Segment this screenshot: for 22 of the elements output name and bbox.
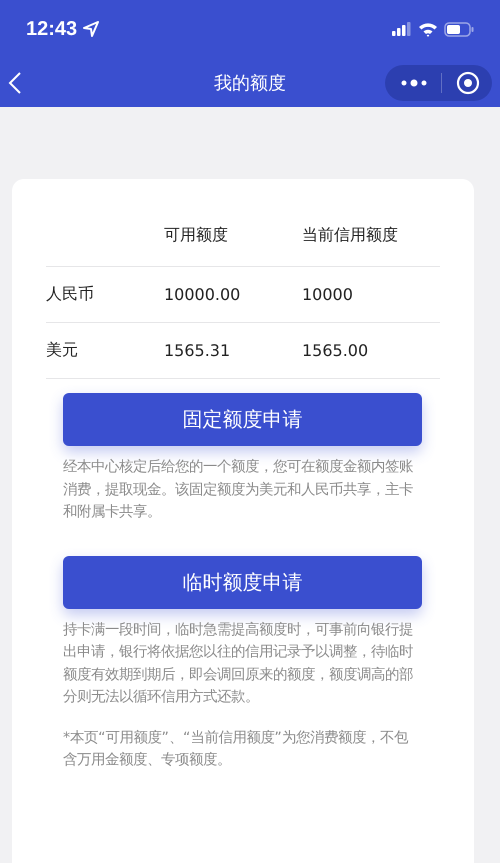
table-cell-text: 1565.31: [164, 341, 232, 360]
column-header: 当前信用额度: [302, 225, 398, 246]
back-icon[interactable]: [8, 70, 22, 94]
table-cell: 10000: [302, 285, 353, 304]
apply-button[interactable]: 固定额度申请: [63, 393, 422, 446]
status-time: 12:43: [26, 18, 78, 40]
location-arrow-icon: [83, 21, 100, 37]
description-text: 经本中心核定后给您的一个额度，您可在额度金额内签账消费，提取现金。该固定额度为美元和人民币共享，主卡和附属卡共享。: [63, 458, 413, 522]
table-cell-text: 人民币: [46, 284, 95, 305]
table-cell-text: 美元: [46, 340, 79, 361]
signal-icon: [392, 22, 412, 36]
table-cell: 1565.00: [302, 341, 368, 360]
more-icon[interactable]: [401, 78, 427, 86]
description-text: 持卡满一段时间，临时急需提高额度时，可事前向银行提出申请，银行将依据您以往的信用记录予以调整，待临时额度有效期到期后，即会调回原来的额度，额度调高的部分则无法以循环信用方式还款。: [63, 620, 413, 707]
table-cell-text: 10000.00: [164, 285, 242, 304]
close-target-icon[interactable]: [456, 70, 480, 94]
apply-button[interactable]: 临时额度申请: [63, 556, 422, 608]
wifi-icon: [418, 22, 438, 36]
battery-icon: [444, 22, 474, 36]
page-title: 我的额度: [213, 72, 287, 94]
footnote-text: *本页“可用额度”、“当前信用额度”为您消费额度，不包含万用金额度、专项额度。: [63, 728, 410, 770]
column-header: 可用额度: [164, 225, 229, 246]
